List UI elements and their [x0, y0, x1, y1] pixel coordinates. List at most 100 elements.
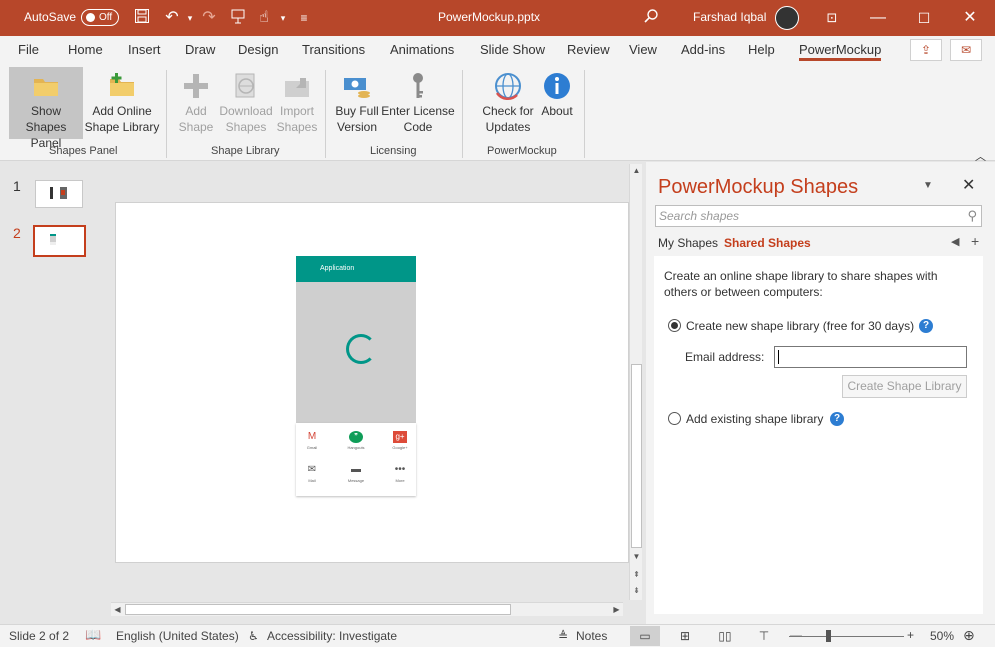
mockup-appbar[interactable]: Application	[296, 256, 416, 282]
enter-license-code-button[interactable]: Enter License Code	[381, 67, 455, 139]
scroll-down-icon[interactable]: ▼	[630, 550, 643, 563]
slide-thumbnail-1[interactable]	[35, 180, 83, 208]
zoom-level[interactable]: 50%	[930, 629, 954, 643]
touch-mode-icon[interactable]: ☝	[254, 8, 274, 28]
search-icon[interactable]: ⚲	[967, 208, 977, 224]
import-shapes-label-1: Import	[279, 104, 314, 118]
slide-thumbnails-pane: 1 2	[0, 162, 106, 624]
tab-home[interactable]: Home	[68, 42, 103, 57]
search-shapes-input[interactable]: Search shapes ⚲	[655, 205, 982, 227]
show-shapes-panel-button[interactable]: Show Shapes Panel	[9, 67, 83, 150]
redo-icon[interactable]: ↷	[199, 8, 219, 28]
vertical-scrollbar[interactable]: ▲ ▼ ⇞ ⇟	[629, 164, 642, 600]
import-shapes-button[interactable]: Import Shapes	[274, 67, 320, 139]
ribbon-display-options-icon[interactable]: ⊡	[809, 5, 855, 31]
zoom-slider-thumb[interactable]	[826, 630, 831, 642]
zoom-in-icon[interactable]: +	[907, 628, 914, 642]
tab-transitions[interactable]: Transitions	[302, 42, 365, 57]
gmail-icon: M	[307, 431, 317, 442]
mockup-content[interactable]	[296, 282, 416, 423]
notes-icon[interactable]: ≜	[558, 629, 568, 643]
tab-review[interactable]: Review	[567, 42, 610, 57]
undo-icon[interactable]: ↶	[162, 8, 182, 28]
minimize-icon[interactable]: —	[855, 5, 901, 31]
mail-icon: ✉	[307, 464, 317, 475]
tab-view[interactable]: View	[629, 42, 657, 57]
add-shape-button[interactable]: Add Shape	[174, 67, 218, 139]
tab-design[interactable]: Design	[238, 42, 278, 57]
comments-button[interactable]: ✉	[950, 39, 982, 61]
add-online-shape-library-button[interactable]: Add Online Shape Library	[84, 67, 160, 139]
spelling-icon[interactable]: 📖	[85, 627, 101, 643]
help-icon[interactable]: ?	[830, 412, 844, 426]
add-existing-library-label[interactable]: Add existing shape library	[686, 412, 823, 426]
maximize-icon[interactable]: ☐	[901, 5, 947, 31]
add-tab-icon[interactable]: +	[971, 233, 979, 249]
horizontal-scroll-thumb[interactable]	[125, 604, 511, 615]
ribbon-separator	[166, 70, 167, 158]
tab-insert[interactable]: Insert	[128, 42, 161, 57]
scroll-left-icon[interactable]: ◀	[111, 603, 124, 616]
previous-slide-icon[interactable]: ⇞	[630, 568, 643, 581]
search-icon[interactable]	[641, 8, 661, 28]
create-new-library-label[interactable]: Create new shape library (free for 30 da…	[686, 319, 914, 333]
touch-dropdown-icon[interactable]: ▾	[273, 8, 293, 28]
tab-my-shapes[interactable]: My Shapes	[658, 236, 718, 250]
tab-draw[interactable]: Draw	[185, 42, 215, 57]
scroll-up-icon[interactable]: ▲	[630, 164, 643, 177]
undo-dropdown-icon[interactable]: ▾	[180, 8, 200, 28]
present-icon[interactable]	[228, 8, 248, 28]
zoom-slider[interactable]	[789, 636, 904, 637]
slide-thumbnail-2[interactable]	[33, 225, 86, 257]
download-globe-icon	[235, 73, 255, 98]
tab-slide-show[interactable]: Slide Show	[480, 42, 545, 57]
tabs-scroll-left-icon[interactable]: ◀	[951, 235, 959, 248]
normal-view-icon[interactable]: ▭	[630, 626, 660, 646]
check-for-updates-button[interactable]: Check for Updates	[480, 67, 536, 139]
slide-canvas[interactable]: Application M Gmail ❞ Hangouts g+ Google+ ✉…	[115, 202, 629, 563]
accessibility-status[interactable]: Accessibility: Investigate	[267, 629, 397, 643]
next-slide-icon[interactable]: ⇟	[630, 584, 643, 597]
vertical-scroll-thumb[interactable]	[631, 364, 642, 548]
slide-show-icon[interactable]: ⊤	[749, 626, 779, 646]
email-field[interactable]	[774, 346, 967, 368]
fit-to-window-icon[interactable]: ⊕	[963, 627, 975, 644]
ribbon-separator	[325, 70, 326, 158]
zoom-out-icon[interactable]: —	[790, 628, 802, 642]
reading-view-icon[interactable]: ▯▯	[710, 626, 740, 646]
buy-full-version-button[interactable]: Buy Full Version	[333, 67, 381, 139]
panel-title: PowerMockup Shapes	[658, 176, 859, 198]
tab-animations[interactable]: Animations	[390, 42, 454, 57]
customize-toolbar-icon[interactable]: ≡	[294, 8, 314, 28]
enter-license-label-1: Enter License	[381, 104, 455, 118]
panel-options-icon[interactable]: ▼	[923, 180, 933, 191]
scroll-right-icon[interactable]: ▶	[610, 603, 623, 616]
tab-add-ins[interactable]: Add-ins	[681, 42, 725, 57]
mockup-share-sheet[interactable]: M Gmail ❞ Hangouts g+ Google+ ✉ Mail ▬ Messag…	[296, 423, 416, 496]
horizontal-scrollbar[interactable]: ◀ ▶	[111, 602, 623, 616]
show-shapes-panel-label-1: Show	[30, 104, 62, 118]
slide-sorter-icon[interactable]: ⊞	[670, 626, 700, 646]
close-panel-icon[interactable]: ✕	[962, 175, 975, 195]
help-icon[interactable]: ?	[919, 319, 933, 333]
add-shape-label-1: Add	[185, 104, 207, 118]
close-window-icon[interactable]: ✕	[947, 5, 993, 31]
language-status[interactable]: English (United States)	[116, 629, 239, 643]
tab-powermockup[interactable]: PowerMockup	[799, 42, 882, 61]
tab-help[interactable]: Help	[748, 42, 775, 57]
share-button[interactable]: ⇪	[910, 39, 942, 61]
google-plus-icon: g+	[393, 431, 407, 443]
avatar[interactable]	[775, 6, 799, 30]
download-shapes-button[interactable]: Download Shapes	[218, 67, 274, 139]
add-existing-library-radio[interactable]	[668, 412, 681, 425]
create-new-library-radio[interactable]	[668, 319, 681, 332]
tab-shared-shapes[interactable]: Shared Shapes	[724, 236, 811, 250]
notes-button[interactable]: Notes	[576, 629, 607, 643]
autosave-toggle[interactable]: Off	[81, 9, 119, 26]
about-button[interactable]: About	[537, 67, 577, 139]
tab-file[interactable]: File	[18, 42, 39, 57]
user-name[interactable]: Farshad Iqbal	[693, 10, 766, 24]
save-icon[interactable]	[132, 8, 152, 28]
accessibility-icon[interactable]: ♿	[248, 629, 259, 643]
create-shape-library-button[interactable]: Create Shape Library	[842, 375, 967, 398]
